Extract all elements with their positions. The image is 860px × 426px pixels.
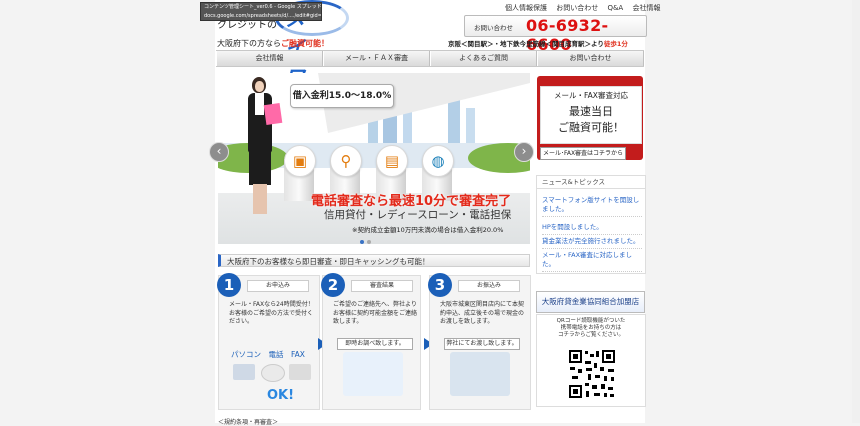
news-box: ニュース&トピックス スマートフォン版サイトを開設しました。 HPを開設しました… xyxy=(536,175,646,274)
phone-box: お問い合わせ 06-6932-6600 xyxy=(464,15,647,54)
nav-contact[interactable]: お問い合わせ xyxy=(537,51,644,66)
fax-icon xyxy=(289,364,311,380)
access-emphasis: 徒歩1分 xyxy=(603,40,628,48)
nav-mail-fax[interactable]: メール・ＦＡＸ審査 xyxy=(323,51,430,66)
mail-fax-banner-inner: メール・FAX審査対応 最速当日 ご融資可能！ xyxy=(540,86,642,144)
interest-rate-bubble: 借入金利15.0～18.0% xyxy=(290,84,394,108)
news-heading: ニュース&トピックス xyxy=(537,176,645,189)
pink-folder xyxy=(263,102,283,126)
link-qa[interactable]: Q&A xyxy=(607,4,623,12)
phone-number[interactable]: 06-6932-6600 xyxy=(526,16,646,54)
ok-label: OK! xyxy=(267,388,295,403)
link-contact[interactable]: お問い合わせ xyxy=(556,4,598,12)
banner-subline: 信用貸付・レディースローン・電話担保 xyxy=(324,209,512,221)
step-number-2: 2 xyxy=(321,273,345,297)
browser-tooltip: コンテンツ管理シート_ver0.6 - Google スプレッド docs.go… xyxy=(200,2,322,21)
nav-company[interactable]: 会社情報 xyxy=(216,51,323,66)
tagline-emphasis: ご融資可能！ xyxy=(281,39,329,48)
tooltip-line2: docs.google.com/spreadsheets/d/..../edit… xyxy=(204,13,322,19)
globe-icon: ◍ xyxy=(422,145,454,177)
side-line2: 最速当日 xyxy=(569,105,613,118)
association-banner[interactable]: 大阪府貸金業協同組合加盟店 xyxy=(536,291,645,313)
link-privacy[interactable]: 個人情報保護 xyxy=(505,4,547,12)
step-body: 大阪市城東区関目店内にて本契約申込、成立後その場で現金のお渡しを致します。 xyxy=(440,301,525,325)
step-title: お申込み xyxy=(247,280,309,292)
next-slide-button[interactable]: › xyxy=(514,142,534,162)
monitor-icon: ▣ xyxy=(284,145,316,177)
side-line1: メール・FAX審査対応 xyxy=(554,91,628,100)
computer-icon xyxy=(233,364,255,380)
news-item[interactable]: メール・FAX審査に対応しました。 xyxy=(542,251,642,272)
woman-legs xyxy=(253,184,267,214)
step-result-label: 即時お調べ致します。 xyxy=(337,338,413,350)
slide-dot[interactable] xyxy=(367,240,371,244)
prev-slide-button[interactable]: ‹ xyxy=(209,142,229,162)
hero-banner[interactable]: 借入金利15.0～18.0% ▣ ⚲ ▤ ◍ 電話審査なら最速10分で審査完了 … xyxy=(218,73,530,244)
link-company[interactable]: 会社情報 xyxy=(632,4,660,12)
top-links: 個人情報保護 お問い合わせ Q&A 会社情報 xyxy=(505,3,667,13)
qr-code-icon[interactable] xyxy=(568,349,616,399)
device-labels: パソコン 電話 FAX xyxy=(231,350,305,359)
tagline: 大阪府下の方ならご融資可能！ xyxy=(217,39,329,48)
qr-box: QRコード読取機能がついた 携帯電話をお持ちの方は コチラからご覧ください。 xyxy=(536,314,646,407)
notebook-image xyxy=(343,352,403,396)
access-info: 京阪＜関目駅＞・地下鉄今里筋線＜関目成育駅＞より徒歩1分 xyxy=(448,40,628,48)
hairdryer-icon: ⚲ xyxy=(330,145,362,177)
step-title: 審査結果 xyxy=(351,280,413,292)
phone-label: お問い合わせ xyxy=(474,24,513,32)
woman-skirt xyxy=(249,151,271,185)
woman-face xyxy=(255,81,264,92)
mail-fax-link[interactable]: メール･FAX審査はコチラから xyxy=(540,147,626,160)
step-review: 2 審査結果 ご希望のご連絡先へ、弊社よりお客様に契約可能金額をご連絡致します。… xyxy=(321,273,421,410)
step-number-1: 1 xyxy=(217,273,241,297)
news-item[interactable]: 貸金業法が完全施行されました。 xyxy=(542,237,642,249)
step-number-3: 3 xyxy=(428,273,452,297)
tooltip-line1: コンテンツ管理シート_ver0.6 - Google スプレッド xyxy=(204,4,322,10)
step-title: お振込み xyxy=(458,280,520,292)
scrollbar[interactable] xyxy=(852,0,860,423)
document-icon: ▤ xyxy=(376,145,408,177)
news-item[interactable]: HPを開設しました。 xyxy=(542,223,642,235)
briefcase-image xyxy=(450,352,510,396)
nav-faq[interactable]: よくあるご質問 xyxy=(430,51,537,66)
woman-shirt xyxy=(255,93,264,115)
section-title: 大阪府下のお客様なら即日審査・即日キャッシングも可能！ xyxy=(218,254,530,267)
side-line3: ご融資可能！ xyxy=(558,121,624,134)
qr-text: QRコード読取機能がついた 携帯電話をお持ちの方は コチラからご覧ください。 xyxy=(556,318,626,338)
slide-indicator xyxy=(360,238,374,246)
mail-fax-banner[interactable]: メール・FAX審査対応 最速当日 ご融資可能！ メール･FAX審査はコチラから xyxy=(537,76,643,160)
footer-link[interactable]: ＜規約条項・再審査＞ xyxy=(218,417,278,426)
news-item[interactable]: スマートフォン版サイトを開設しました。 xyxy=(542,196,642,217)
phone-icon xyxy=(261,364,285,382)
step-body: メール・FAXなら24時間受付！お客様のご希望の方法で受付ください。 xyxy=(229,301,314,325)
step-result-label: 弊社にてお渡し致します。 xyxy=(444,338,520,350)
banner-note: ※契約成立金額10万円未満の場合は借入金利20.0% xyxy=(352,226,504,234)
step-payment: 3 お振込み 大阪市城東区関目店内にて本契約申込、成立後その場で現金のお渡しを致… xyxy=(428,273,531,410)
step-apply: 1 お申込み メール・FAXなら24時間受付！お客様のご希望の方法で受付ください… xyxy=(217,273,320,410)
slide-dot-active[interactable] xyxy=(360,240,364,244)
step-body: ご希望のご連絡先へ、弊社よりお客様に契約可能金額をご連絡致します。 xyxy=(333,301,418,325)
main-nav: 会社情報 メール・ＦＡＸ審査 よくあるご質問 お問い合わせ xyxy=(216,50,644,67)
